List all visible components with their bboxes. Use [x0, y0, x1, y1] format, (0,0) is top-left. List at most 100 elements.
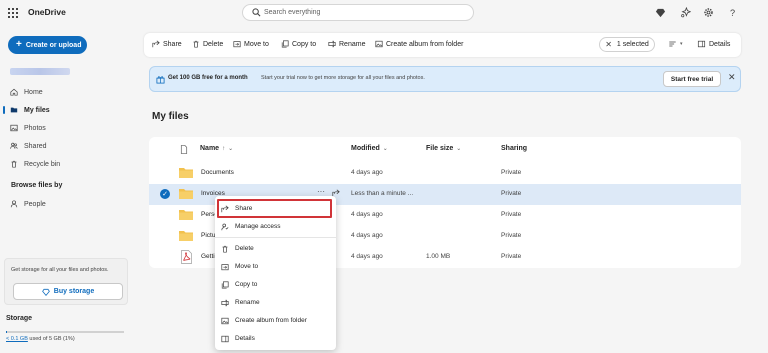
- menu-item-delete[interactable]: Delete: [221, 242, 254, 255]
- storage-used-link[interactable]: < 0.1 GB: [6, 336, 28, 342]
- start-free-trial-button[interactable]: Start free trial: [663, 71, 721, 87]
- file-name[interactable]: Getti: [201, 253, 215, 260]
- trash-icon: [193, 40, 199, 48]
- sidebar-item-home[interactable]: Home: [10, 85, 43, 99]
- share-label: Share: [163, 40, 182, 48]
- menu-item-copy-to[interactable]: Copy to: [221, 278, 257, 291]
- storage-promo-text: Get storage for all your files and photo…: [11, 267, 109, 273]
- column-header-label: Sharing: [501, 145, 528, 152]
- details-icon: [697, 40, 706, 48]
- rename-button[interactable]: Rename: [328, 40, 365, 48]
- gear-icon[interactable]: [703, 7, 714, 18]
- storage-promo: Get storage for all your files and photo…: [4, 258, 128, 305]
- menu-divider: [215, 237, 336, 238]
- sidebar-item-shared[interactable]: Shared: [10, 139, 47, 153]
- folder-icon: [179, 189, 193, 199]
- app-launcher-icon[interactable]: [8, 8, 18, 18]
- people-icon: [10, 142, 18, 149]
- delete-label: Delete: [203, 40, 224, 48]
- file-name[interactable]: Pictu: [201, 232, 215, 239]
- sidebar-item-photos[interactable]: Photos: [10, 121, 46, 135]
- create-album-button[interactable]: Create album from folder: [375, 40, 463, 48]
- move-to-button[interactable]: Move to: [233, 40, 269, 48]
- details-button[interactable]: Details: [697, 40, 730, 48]
- table-row[interactable]: Documents 4 days ago Private: [149, 163, 741, 184]
- close-icon[interactable]: ✕: [605, 40, 612, 49]
- file-name[interactable]: Documents: [201, 169, 234, 176]
- search-box[interactable]: Search everything: [242, 4, 474, 21]
- account-name-blurred: [10, 68, 70, 75]
- move-icon: [221, 263, 229, 270]
- copy-icon: [281, 40, 289, 48]
- sidebar-item-my-files[interactable]: My files: [10, 103, 50, 117]
- gift-icon: [156, 76, 165, 84]
- create-album-label: Create album from folder: [386, 40, 464, 48]
- menu-item-manage-access[interactable]: Manage access: [221, 220, 281, 233]
- help-icon[interactable]: ?: [727, 7, 738, 18]
- file-size: 1.00 MB: [426, 253, 451, 260]
- menu-item-rename[interactable]: Rename: [221, 296, 260, 309]
- share-highlight-box: [217, 199, 332, 218]
- rename-icon: [221, 299, 229, 306]
- copy-to-label: Copy to: [292, 40, 317, 48]
- app-title[interactable]: OneDrive: [28, 7, 66, 17]
- selected-indicator: [3, 106, 5, 114]
- details-label: Details: [709, 40, 731, 48]
- share-button[interactable]: Share: [152, 40, 182, 48]
- delete-button[interactable]: Delete: [192, 40, 223, 48]
- storage-progress-fill: [6, 331, 8, 333]
- menu-item-move-to[interactable]: Move to: [221, 260, 258, 273]
- buy-storage-button[interactable]: Buy storage: [13, 283, 123, 300]
- pdf-icon: [181, 250, 192, 264]
- sort-lines-icon: [669, 41, 676, 47]
- rename-label: Rename: [339, 40, 366, 48]
- storage-heading: Storage: [6, 315, 33, 322]
- buy-storage-label: Buy storage: [53, 288, 95, 295]
- folder-icon: [179, 168, 193, 178]
- menu-item-label: Copy to: [235, 281, 258, 288]
- create-upload-label: Create or upload: [25, 41, 82, 49]
- file-sharing: Private: [501, 232, 522, 239]
- sparkle-icon[interactable]: [680, 7, 691, 18]
- file-modified: 4 days ago: [351, 211, 383, 218]
- menu-item-label: Delete: [235, 245, 254, 252]
- chevron-down-icon: ⌄: [382, 146, 388, 152]
- search-placeholder: Search everything: [264, 9, 321, 16]
- context-menu: Share Manage access Delete Move to Copy …: [215, 196, 336, 350]
- folder-icon: [179, 210, 193, 220]
- svg-text:?: ?: [730, 8, 735, 18]
- trash-icon: [222, 245, 228, 253]
- column-header-modified[interactable]: Modified ⌄: [351, 145, 388, 152]
- menu-item-label: Move to: [235, 263, 259, 270]
- browse-heading: Browse files by: [11, 182, 63, 189]
- file-sharing: Private: [501, 211, 522, 218]
- selection-count-label: 1 selected: [616, 41, 649, 48]
- create-upload-button[interactable]: + Create or upload: [8, 36, 87, 54]
- sidebar-item-recycle-bin[interactable]: Recycle bin: [10, 157, 60, 171]
- manage-access-icon: [221, 223, 229, 230]
- checkmark-icon[interactable]: ✓: [160, 189, 170, 199]
- album-icon: [375, 40, 383, 48]
- file-type-icon: [180, 145, 188, 154]
- diamond-icon[interactable]: [655, 7, 666, 18]
- storage-used-rest: used of 5 GB (1%): [27, 336, 75, 342]
- chevron-down-icon: ▾: [680, 41, 683, 47]
- menu-item-label: Rename: [235, 299, 260, 306]
- menu-item-details[interactable]: Details: [221, 332, 255, 345]
- banner-main-text: Get 100 GB free for a month: [168, 75, 248, 81]
- selection-count-pill[interactable]: ✕ 1 selected: [599, 37, 655, 52]
- folder-icon: [10, 107, 18, 113]
- menu-item-create-album[interactable]: Create album from folder: [221, 314, 307, 327]
- page-title: My files: [152, 111, 189, 122]
- column-header-name[interactable]: Name ↑ ⌄: [200, 145, 233, 152]
- sidebar-item-label: Photos: [24, 124, 46, 132]
- storage-progress-bar: [6, 331, 124, 333]
- close-icon[interactable]: ✕: [728, 73, 736, 82]
- copy-to-button[interactable]: Copy to: [281, 40, 316, 48]
- menu-item-label: Create album from folder: [235, 317, 307, 324]
- menu-item-label: Manage access: [235, 223, 281, 230]
- column-header-file-size[interactable]: File size ⌄: [426, 145, 461, 152]
- view-options-button[interactable]: ▾: [668, 40, 683, 48]
- sidebar-item-people[interactable]: People: [10, 197, 46, 211]
- sort-arrow-icon: ↑: [222, 145, 226, 152]
